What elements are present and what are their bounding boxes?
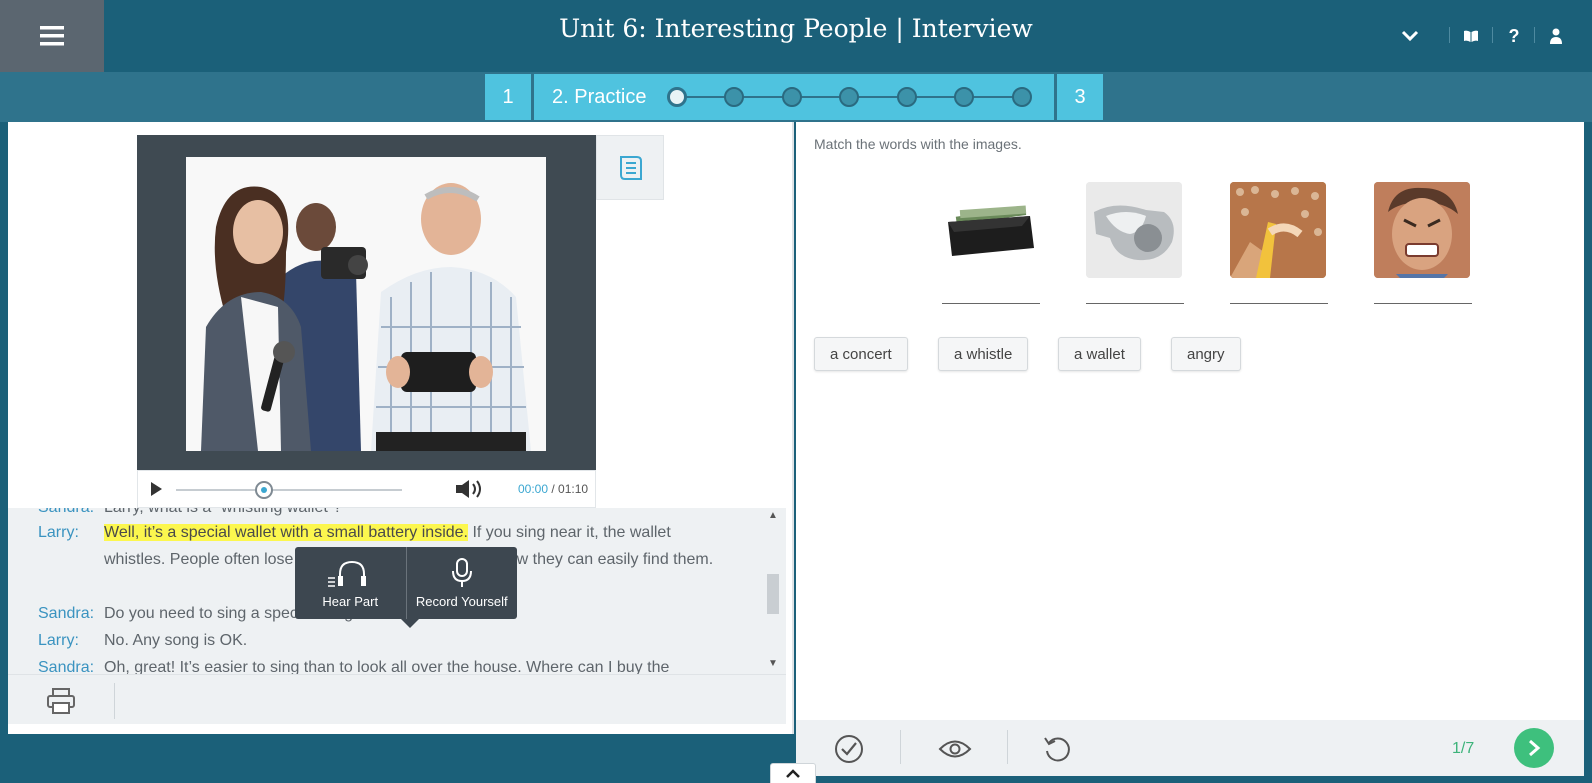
hear-part-label: Hear Part <box>322 593 379 609</box>
media-panel: 00:00 / 01:10 Sandra: Larry, what is a “… <box>8 122 794 734</box>
answer-blank-1[interactable] <box>942 303 1040 304</box>
toolbar-divider <box>114 683 115 719</box>
answer-blank-2[interactable] <box>1086 303 1184 304</box>
top-header: Unit 6: Interesting People | Interview ? <box>0 0 1592 72</box>
step-dot-1[interactable] <box>667 87 687 107</box>
collapse-panel-button[interactable] <box>770 763 816 783</box>
speaker-label: Larry: <box>38 524 79 541</box>
print-button[interactable] <box>46 687 76 720</box>
toolbar-divider <box>1007 730 1008 764</box>
step-dot-7[interactable] <box>1012 87 1032 107</box>
seek-bar[interactable] <box>176 489 402 491</box>
play-button[interactable] <box>148 480 164 503</box>
chevron-right-icon <box>1529 739 1541 757</box>
reset-button[interactable] <box>1040 732 1074 766</box>
script-icon <box>620 155 642 180</box>
step-3[interactable]: 3 <box>1057 74 1103 120</box>
scroll-down-icon[interactable]: ▼ <box>767 658 779 670</box>
seek-handle[interactable] <box>255 481 273 499</box>
left-toolbar <box>8 674 786 724</box>
chevron-up-icon <box>786 768 800 778</box>
volume-button[interactable] <box>454 479 484 504</box>
angry-face-image <box>1374 182 1470 278</box>
wallet-image <box>942 182 1038 278</box>
toolbar-divider <box>900 730 901 764</box>
step-bar: 1 2. Practice 3 <box>0 72 1592 122</box>
scroll-up-icon[interactable]: ▲ <box>767 510 779 522</box>
time-display: 00:00 / 01:10 <box>518 482 588 496</box>
headphones-icon <box>328 560 367 587</box>
header-divider <box>1449 27 1450 43</box>
exercise-panel: Match the words with the images. a conce… <box>796 122 1584 776</box>
user-icon[interactable] <box>1542 22 1570 50</box>
current-time: 00:00 <box>518 482 549 496</box>
concert-image <box>1230 182 1326 278</box>
duration: 01:10 <box>558 482 589 496</box>
page-title: Unit 6: Interesting People | Interview <box>559 14 1033 43</box>
popup-pointer <box>401 619 419 628</box>
step-dot-3[interactable] <box>782 87 802 107</box>
step-dot-2[interactable] <box>724 87 744 107</box>
next-button[interactable] <box>1514 728 1554 768</box>
exercise-instruction: Match the words with the images. <box>814 136 1022 152</box>
highlighted-sentence: Well, it’s a special wallet with a small… <box>104 524 468 541</box>
line-text: No. Any song is OK. <box>104 632 248 649</box>
microphone-icon <box>451 557 472 587</box>
step-2-practice[interactable]: 2. Practice <box>534 74 1054 120</box>
step-dot-6[interactable] <box>954 87 974 107</box>
line-text: Oh, great! It’s easier to sing than to l… <box>104 659 670 674</box>
volume-icon <box>456 480 481 498</box>
page-indicator: 1/7 <box>1452 740 1475 757</box>
play-icon <box>151 482 162 496</box>
printer-icon <box>47 688 75 714</box>
step-2-label: 2. Practice <box>552 85 647 108</box>
time-separator: / <box>548 482 559 496</box>
transcript-scrollbar[interactable]: ▲ ▼ <box>765 508 781 674</box>
whistle-image <box>1086 182 1182 278</box>
scroll-thumb[interactable] <box>767 574 779 614</box>
speaker-label: Sandra: <box>38 605 95 622</box>
word-chip-concert[interactable]: a concert <box>814 337 908 371</box>
eye-icon <box>938 740 972 758</box>
chevron-down-icon[interactable] <box>1396 22 1424 50</box>
line-action-popup: Hear Part Record Yourself <box>295 547 517 619</box>
record-yourself-button[interactable]: Record Yourself <box>405 547 518 619</box>
check-answers-button[interactable] <box>832 732 866 766</box>
word-chip-angry[interactable]: angry <box>1171 337 1241 371</box>
check-circle-icon <box>835 735 863 763</box>
player-controls: 00:00 / 01:10 <box>137 470 596 508</box>
answer-blank-3[interactable] <box>1230 303 1328 304</box>
word-chip-whistle[interactable]: a whistle <box>938 337 1029 371</box>
exercise-toolbar: 1/7 <box>796 720 1584 776</box>
step-1[interactable]: 1 <box>485 74 531 120</box>
help-icon[interactable]: ? <box>1500 22 1528 50</box>
speaker-label: Sandra: <box>38 659 95 674</box>
speaker-label: Larry: <box>38 632 79 649</box>
show-answers-button[interactable] <box>938 732 972 766</box>
step-dot-5[interactable] <box>897 87 917 107</box>
video-player[interactable] <box>137 135 596 470</box>
book-icon[interactable] <box>1457 22 1485 50</box>
record-yourself-label: Record Yourself <box>415 593 508 609</box>
undo-icon <box>1044 737 1070 762</box>
word-chip-wallet[interactable]: a wallet <box>1058 337 1141 371</box>
answer-blank-4[interactable] <box>1374 303 1472 304</box>
transcript-toggle-button[interactable] <box>596 135 664 200</box>
step-dot-4[interactable] <box>839 87 859 107</box>
header-divider <box>1534 27 1535 43</box>
header-divider <box>1492 27 1493 43</box>
interview-image <box>186 157 546 451</box>
video-frame <box>186 157 546 451</box>
hear-part-button[interactable]: Hear Part <box>295 547 406 619</box>
